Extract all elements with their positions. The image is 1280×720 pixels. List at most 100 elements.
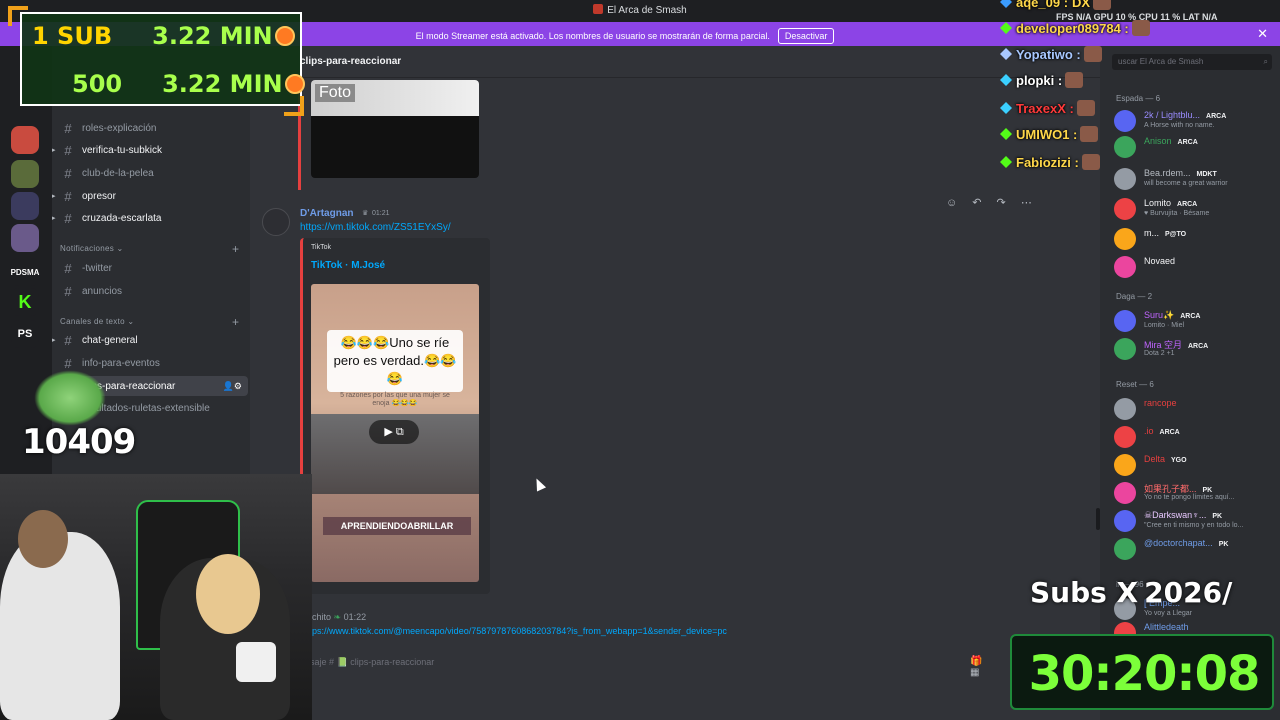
server-icon-ps[interactable]: PS: [11, 320, 39, 348]
member-status: Lomito · Miel: [1144, 322, 1185, 329]
server-icon-bingo[interactable]: [11, 126, 39, 154]
member-name-text: m...: [1144, 228, 1159, 238]
member-row[interactable]: rancope: [1114, 396, 1278, 420]
member-tag: PK: [1202, 487, 1213, 494]
mouse-cursor: [531, 476, 547, 492]
server-icon-kick[interactable]: K: [11, 288, 39, 316]
member-row[interactable]: .io ARCA: [1114, 424, 1278, 448]
avatar[interactable]: [262, 208, 290, 236]
timer-value: 30:20:08: [1028, 646, 1261, 702]
badge-icon: [1000, 74, 1012, 86]
chat-overlay-line: plopki :: [1000, 72, 1084, 92]
member-name-text: rancope: [1144, 398, 1177, 408]
channel-twitter[interactable]: # -twitter: [58, 258, 248, 278]
avatar[interactable]: [1114, 454, 1136, 476]
message-timestamp: 01:22: [343, 612, 367, 622]
member-row[interactable]: 如果孔子都... PK Yo no te pongo límites aquí...: [1114, 480, 1278, 504]
channel-club-de-la-pelea[interactable]: # club-de-la-pelea: [58, 163, 248, 183]
server-icon-pdsma[interactable]: PDSMA: [11, 258, 39, 286]
goal-left: 1 SUB: [32, 22, 113, 50]
member-name: Novaed: [1144, 256, 1175, 266]
chat-overlay-line: Yopatiwo :: [1000, 46, 1102, 66]
composer-placeholder: saje # 📗 clips-para-reaccionar: [310, 657, 435, 667]
member-row[interactable]: Novaed: [1114, 254, 1278, 278]
member-name-text: Lomito: [1144, 198, 1172, 208]
webcam-overlay: [0, 474, 312, 720]
member-row[interactable]: @doctorchapat... PK: [1114, 536, 1278, 560]
avatar[interactable]: [1114, 398, 1136, 420]
member-name-text: Mira 空月: [1144, 340, 1182, 350]
message-composer[interactable]: saje # 📗 clips-para-reaccionar 🎁▦: [310, 650, 990, 678]
member-status: ♥ Burvujita · Bésame: [1144, 210, 1210, 217]
avatar[interactable]: [1114, 310, 1136, 332]
message-author[interactable]: D'Artagnan: [300, 208, 354, 219]
member-row[interactable]: Mira 空月 ARCA Dota 2 +1: [1114, 336, 1278, 360]
emote-icon: [1131, 20, 1150, 36]
add-channel-icon[interactable]: +: [232, 242, 239, 256]
member-group-reset: Reset — 6: [1116, 380, 1154, 389]
channel-label: opresor: [82, 190, 116, 202]
member-name-text: Suru✨: [1144, 310, 1175, 320]
badge-icon: [1000, 156, 1012, 168]
avatar[interactable]: [1114, 256, 1136, 278]
streamer-right-hair: [196, 554, 260, 634]
avatar[interactable]: [1114, 426, 1136, 448]
member-name-text: Novaed: [1144, 256, 1176, 266]
settings-icon[interactable]: 👤⚙: [223, 381, 242, 392]
member-row[interactable]: Delta YGO: [1114, 452, 1278, 476]
message-link[interactable]: https://vm.tiktok.com/ZS51EYxSy/: [300, 222, 451, 233]
server-icon[interactable]: [11, 160, 39, 188]
channel-label: club-de-la-pelea: [82, 167, 154, 179]
category-canales-de-texto[interactable]: Canales de texto ⌄ +: [60, 315, 239, 329]
member-row[interactable]: Lomito ARCA ♥ Burvujita · Bésame: [1114, 196, 1278, 220]
channel-label: -twitter: [82, 262, 112, 274]
channel-verifica-tu-subkick[interactable]: ▸ # verifica-tu-subkick: [52, 140, 248, 160]
streamer-left-head: [18, 510, 68, 568]
play-icon[interactable]: ▶ ⧉: [369, 420, 419, 444]
badge-icon: [1000, 128, 1012, 140]
message-link[interactable]: ps://www.tiktok.com/@meencapo/video/7587…: [312, 626, 727, 636]
member-status: will become a great warrior: [1144, 180, 1228, 187]
hash-icon: #: [64, 165, 72, 181]
avatar[interactable]: [1114, 510, 1136, 532]
channel-label: roles-explicación: [82, 122, 157, 134]
previous-video-embed[interactable]: Foto: [311, 80, 479, 178]
member-name: m... P@TO: [1144, 228, 1186, 238]
chat-overlay-line: aqe_09 : DX: [1000, 0, 1112, 14]
channel-opresor[interactable]: ▸ # opresor: [52, 186, 248, 206]
member-row[interactable]: m... P@TO: [1114, 226, 1278, 250]
badge-icon: ♛: [362, 210, 369, 217]
member-name-text: 如果孔子都...: [1144, 484, 1197, 494]
server-icon[interactable]: [11, 192, 39, 220]
message-actions[interactable]: ☺ ↶ ↷ ⋯: [946, 196, 1038, 209]
add-channel-icon[interactable]: +: [232, 315, 239, 329]
unread-dot: ▸: [52, 215, 56, 222]
unread-dot: ▸: [52, 337, 56, 344]
channel-label: anuncios: [82, 285, 123, 297]
message-author[interactable]: chito ❧ 01:22: [312, 612, 366, 623]
member-tag: ARCA: [1177, 139, 1198, 146]
chat-overlay-line: Fabiozizi :: [1000, 154, 1100, 174]
avatar[interactable]: [1114, 538, 1136, 560]
viewer-counter: 10409: [22, 422, 136, 462]
category-label: Canales de texto: [60, 317, 125, 326]
channel-chat-general[interactable]: ▸ # chat-general: [52, 330, 248, 350]
video-thumbnail[interactable]: 😂😂😂Uno se ríe pero es verdad.😂😂😂 5 razon…: [311, 284, 479, 582]
embed-title[interactable]: TikTok · M.José: [311, 260, 385, 271]
avatar[interactable]: [1114, 482, 1136, 504]
member-row[interactable]: Suru✨ ARCA Lomito · Miel: [1114, 308, 1278, 332]
member-row[interactable]: ☠Darkswan♆... PK "Cree en ti mismo y en to…: [1114, 508, 1278, 532]
channel-cruzada-escarlata[interactable]: ▸ # cruzada-escarlata: [52, 208, 248, 228]
avatar[interactable]: [1114, 338, 1136, 360]
close-icon[interactable]: ✕: [1257, 26, 1268, 42]
gift-icon[interactable]: 🎁▦: [970, 656, 992, 678]
avatar[interactable]: [1114, 198, 1136, 220]
server-icon[interactable]: [11, 224, 39, 252]
channel-roles-explicacion[interactable]: # roles-explicación: [58, 118, 248, 138]
message-timestamp: 01:21: [372, 210, 390, 217]
category-notificaciones[interactable]: Notificaciones ⌄ +: [60, 242, 239, 256]
member-name: Alittledeath: [1144, 622, 1189, 632]
avatar[interactable]: [1114, 228, 1136, 250]
deactivate-button[interactable]: Desactivar: [777, 28, 835, 44]
channel-anuncios[interactable]: # anuncios: [58, 281, 248, 301]
